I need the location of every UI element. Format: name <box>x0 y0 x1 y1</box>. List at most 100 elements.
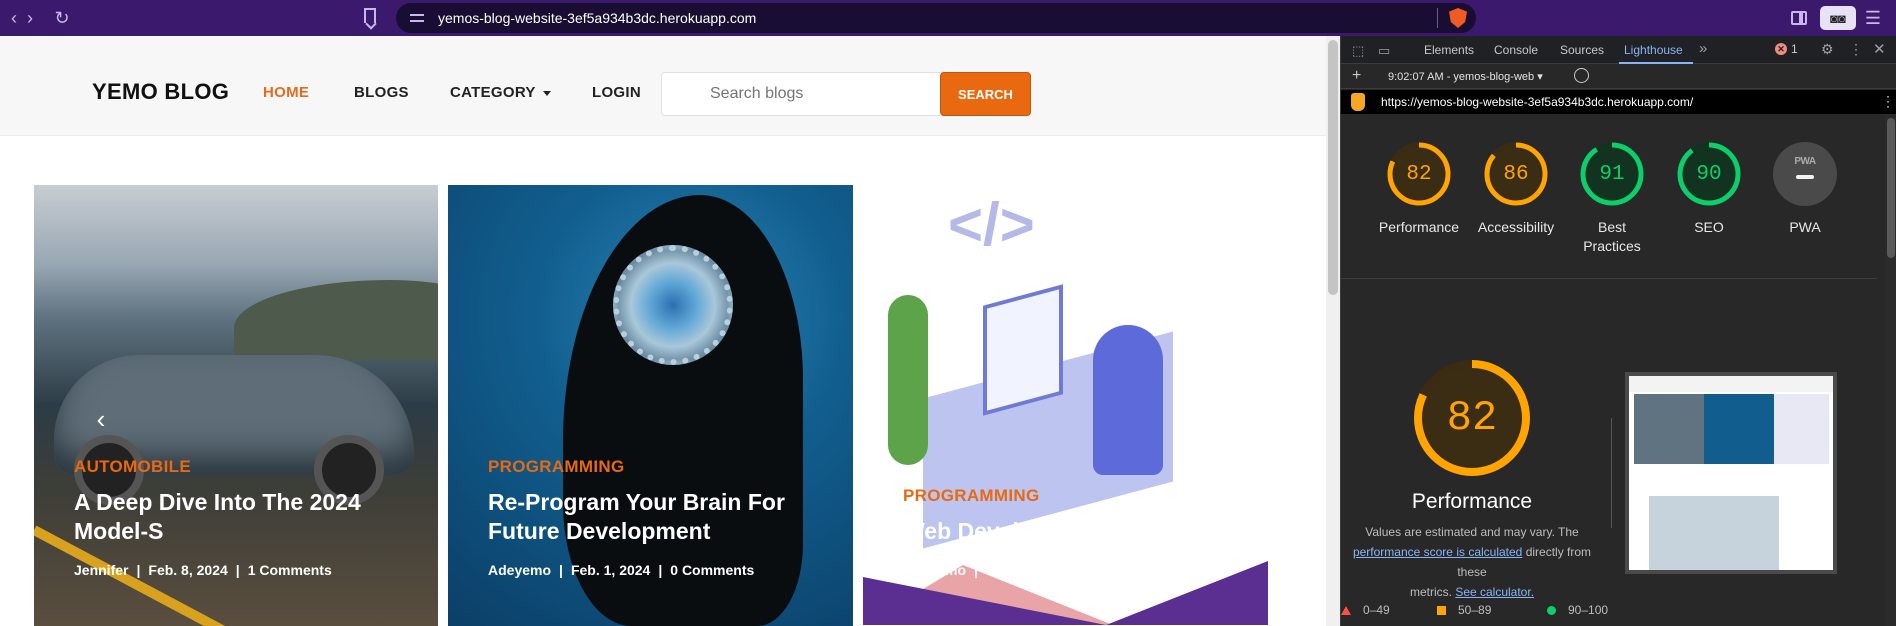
lighthouse-toolbar: + 9:02:07 AM - yemos-blog-web ▾ <box>1341 65 1896 89</box>
score-label: Performance <box>1378 219 1460 235</box>
sidebar-toggle-icon[interactable] <box>1791 11 1807 25</box>
legend-label: 90–100 <box>1568 603 1609 617</box>
device-toolbar-icon[interactable]: ▭ <box>1378 43 1390 59</box>
bookmark-icon[interactable] <box>364 8 376 23</box>
legend-average: 50–89 <box>1437 603 1491 617</box>
tab-sources[interactable]: Sources <box>1560 43 1604 57</box>
card-comments: 0 Comments <box>670 562 755 578</box>
performance-note: Values are estimated and may vary. The p… <box>1341 522 1603 602</box>
pwa-badge-text: PWA <box>1794 156 1816 167</box>
site-header: YEMO BLOG HOME BLOGS CATEGORY LOGIN SEAR… <box>0 36 1326 136</box>
score-value: 90 <box>1696 162 1722 186</box>
kebab-menu-icon[interactable]: ⋮ <box>1881 93 1895 110</box>
thumb-header <box>1629 376 1833 392</box>
legend-label: 0–49 <box>1363 603 1390 617</box>
blog-card[interactable]: PROGRAMMING Re-Program Your Brain For Fu… <box>448 185 853 626</box>
performance-title: Performance <box>1411 490 1533 513</box>
page-screenshot-thumbnail[interactable] <box>1625 372 1837 574</box>
search-button[interactable]: SEARCH <box>940 72 1031 116</box>
meta-separator: | <box>235 562 240 578</box>
card-comments: 1 Comments <box>247 562 332 578</box>
devtools-tabbar: ⬚ ▭ Elements Console Sources Lighthouse … <box>1341 36 1896 64</box>
forward-icon[interactable]: › <box>16 4 44 32</box>
gear-icon[interactable]: ⚙ <box>1821 41 1834 58</box>
card-image-plant <box>888 295 928 465</box>
score-label-text: Best Practices <box>1583 219 1641 254</box>
search-input[interactable] <box>661 72 943 116</box>
gear-icon <box>613 245 733 365</box>
score-calc-link[interactable]: performance score is calculated <box>1353 545 1522 559</box>
card-author: Adeyemo <box>488 562 552 578</box>
card-category[interactable]: PROGRAMMING <box>488 457 624 477</box>
carousel-next-button[interactable] <box>1262 416 1318 476</box>
site-settings-icon[interactable] <box>410 12 424 24</box>
card-image-monitor <box>983 284 1063 416</box>
card-meta: Jennifer | Feb. 8, 2024 | 1 Comments <box>74 562 332 578</box>
tab-elements[interactable]: Elements <box>1424 43 1474 57</box>
page-scrollbar-thumb[interactable] <box>1328 40 1338 295</box>
score-label: PWA <box>1789 219 1821 235</box>
report-time: 9:02:07 AM - yemos-blog-web <box>1388 71 1535 83</box>
carousel-prev-icon[interactable]: ‹ <box>73 391 129 447</box>
browser-toolbar: ‹ › ↻ yemos-blog-website-3ef5a934b3dc.he… <box>0 0 1896 36</box>
card-category[interactable]: AUTOMOBILE <box>74 457 191 477</box>
close-icon[interactable]: ✕ <box>1873 40 1886 58</box>
score-label: Best Practices <box>1564 218 1660 256</box>
devtools-scrollbar-thumb[interactable] <box>1887 118 1895 258</box>
code-brackets-icon: </> <box>948 191 1035 258</box>
orange-square-icon <box>1437 605 1446 615</box>
blog-card[interactable]: </> PROGRAMMING Web Development For D Ad… <box>863 185 1268 626</box>
score-label: SEO <box>1694 219 1724 235</box>
glasses-icon[interactable]: ◙◙ <box>1820 6 1856 30</box>
nav-home[interactable]: HOME <box>263 84 309 101</box>
card-author: Adeyemo <box>903 562 967 578</box>
reload-icon[interactable]: ↻ <box>48 4 76 32</box>
legend-label: 50–89 <box>1458 603 1492 617</box>
thumb-image <box>1649 496 1779 570</box>
card-title[interactable]: Re-Program Your Brain For Future Develop… <box>488 488 828 546</box>
thumb-card <box>1634 394 1704 464</box>
card-meta: Adeyemo | Jan. 31, 2024 | 1 Comm <box>903 562 1148 578</box>
note-text: metrics. <box>1409 585 1452 599</box>
report-selector[interactable]: 9:02:07 AM - yemos-blog-web ▾ <box>1388 70 1543 83</box>
address-bar[interactable]: yemos-blog-website-3ef5a934b3dc.herokuap… <box>396 3 1476 33</box>
dash-icon <box>1796 175 1814 179</box>
card-category[interactable]: PROGRAMMING <box>903 486 1039 506</box>
more-tabs-icon[interactable]: » <box>1699 40 1707 57</box>
inspect-element-icon[interactable]: ⬚ <box>1352 43 1364 59</box>
thumb-card <box>1704 394 1774 464</box>
card-title[interactable]: A Deep Dive Into The 2024 Model-S <box>74 488 414 546</box>
add-report-icon[interactable]: + <box>1352 67 1361 85</box>
chevron-down-icon <box>542 90 551 96</box>
see-calculator-link[interactable]: See calculator. <box>1455 585 1534 599</box>
divider <box>1341 278 1877 279</box>
meta-separator: | <box>974 562 978 578</box>
tab-console[interactable]: Console <box>1494 43 1538 57</box>
nav-login[interactable]: LOGIN <box>592 84 641 101</box>
performance-score: 82 <box>1446 394 1498 442</box>
card-date: Jan. 31, 2024 <box>985 562 1073 578</box>
report-url[interactable]: https://yemos-blog-website-3ef5a934b3dc.… <box>1381 95 1693 109</box>
card-date: Feb. 8, 2024 <box>148 562 228 578</box>
legend-pass: 90–100 <box>1547 603 1608 617</box>
error-count: 1 <box>1791 42 1798 56</box>
kebab-menu-icon[interactable]: ⋮ <box>1849 41 1863 58</box>
devtools-panel: ⬚ ▭ Elements Console Sources Lighthouse … <box>1340 36 1896 626</box>
nav-category-label: CATEGORY <box>450 84 536 101</box>
card-image-hills <box>234 280 438 360</box>
active-tab-indicator <box>1619 62 1693 64</box>
nav-category[interactable]: CATEGORY <box>450 84 551 101</box>
site-logo[interactable]: YEMO BLOG <box>92 79 229 105</box>
error-counter[interactable]: ✕ 1 <box>1775 42 1798 56</box>
note-text: Values are estimated and may vary. The <box>1365 525 1579 539</box>
url-text[interactable]: yemos-blog-website-3ef5a934b3dc.herokuap… <box>438 10 756 26</box>
menu-icon[interactable]: ☰ <box>1862 6 1884 30</box>
address-bar-divider <box>1437 8 1438 28</box>
clear-reports-icon[interactable] <box>1574 68 1589 83</box>
tab-lighthouse[interactable]: Lighthouse <box>1624 43 1683 57</box>
nav-blogs[interactable]: BLOGS <box>354 84 409 101</box>
card-title[interactable]: Web Development For D <box>903 517 1268 546</box>
pwa-badge[interactable]: PWA <box>1773 142 1837 206</box>
card-image-person <box>1093 325 1163 475</box>
card-comments: 1 Comm <box>1092 562 1148 578</box>
